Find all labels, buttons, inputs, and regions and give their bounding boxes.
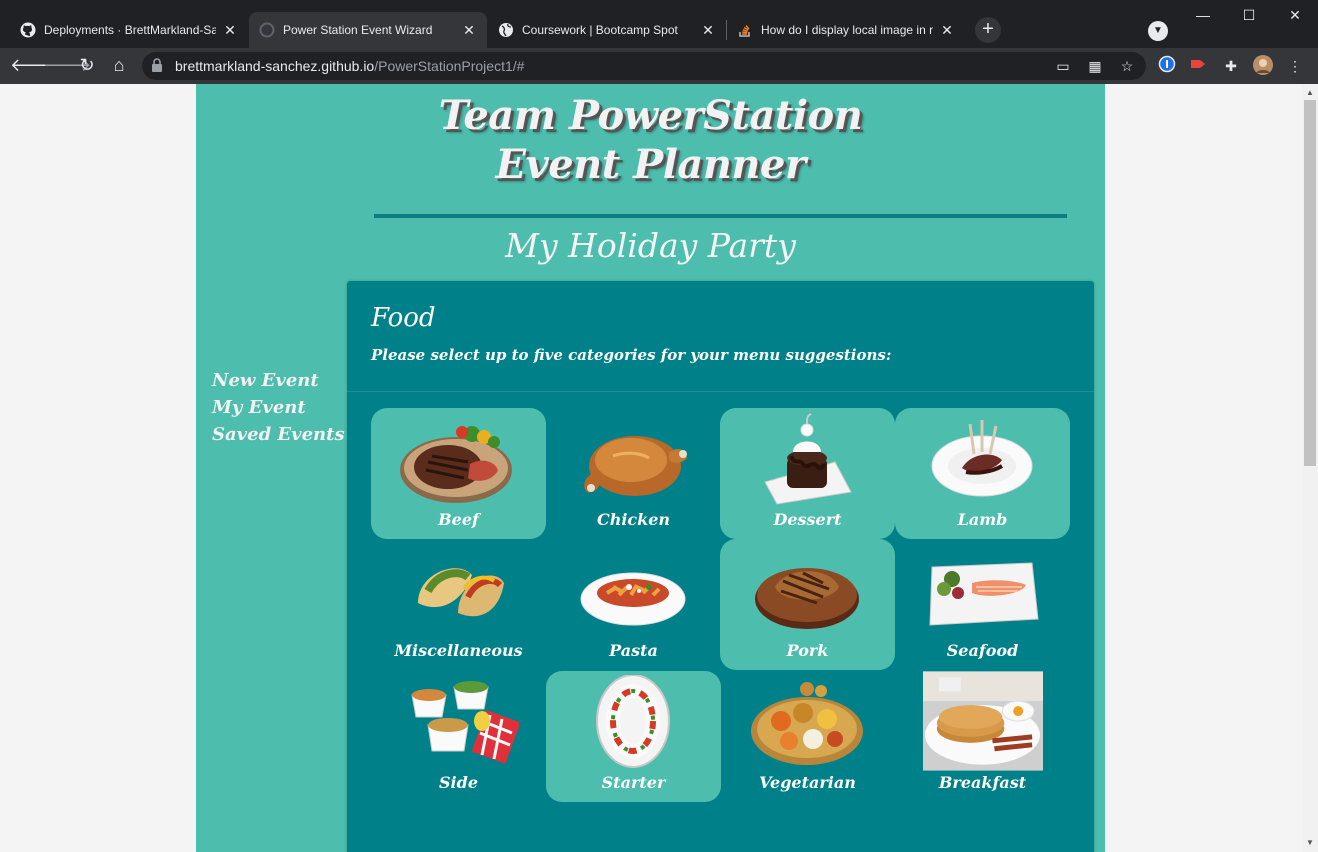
site-logo-line-2: Event Planner	[495, 141, 806, 188]
nav-saved-events-link[interactable]: Saved Events	[212, 421, 345, 448]
category-tile-miscellaneous[interactable]: Miscellaneous	[371, 539, 546, 670]
close-window-button[interactable]: ✕	[1272, 0, 1318, 30]
close-tab-icon[interactable]: ✕	[700, 22, 716, 39]
forward-icon[interactable]: 🡒	[43, 53, 91, 77]
category-tile-seafood[interactable]: Seafood	[895, 539, 1070, 670]
nav-new-event-link[interactable]: New Event	[212, 367, 345, 394]
minimize-window-button[interactable]: —	[1180, 0, 1226, 30]
site-logo-line-1: Team PowerStation	[438, 92, 863, 139]
category-label: Beef	[438, 510, 479, 529]
category-tile-pasta[interactable]: Pasta	[546, 539, 721, 670]
home-icon[interactable]: ⌂	[107, 53, 131, 77]
tab-title: Coursework | Bootcamp Spot	[522, 23, 678, 37]
category-tile-lamb[interactable]: Lamb	[895, 408, 1070, 539]
tacos-image	[418, 568, 504, 617]
close-tab-icon[interactable]: ✕	[461, 22, 477, 39]
new-tab-button[interactable]: +	[975, 17, 1001, 43]
qr-code-icon[interactable]: ▦	[1084, 55, 1106, 77]
roast-chicken-image	[584, 436, 687, 496]
tab-title: Power Station Event Wizard	[283, 23, 433, 37]
category-label: Seafood	[946, 641, 1019, 660]
page-viewport: Team PowerStation Event Planner My Holid…	[0, 84, 1302, 852]
password-manager-icon[interactable]	[1156, 55, 1178, 77]
category-tile-pork[interactable]: Pork	[720, 539, 895, 670]
browser-tab-deployments[interactable]: Deployments · BrettMarkland-Sanchez ✕	[10, 12, 248, 48]
food-card-header: Food Please select up to five categories…	[347, 281, 1094, 392]
chocolate-cake-image	[764, 413, 852, 505]
site-container: Team PowerStation Event Planner My Holid…	[196, 84, 1105, 852]
pancakes-eggs-image	[923, 671, 1043, 771]
steak-plate-image	[400, 426, 512, 503]
browser-menu-icon[interactable]: ⋮	[1284, 55, 1306, 77]
bookmark-star-icon[interactable]: ☆	[1116, 55, 1138, 77]
side-nav: New Event My Event Saved Events	[212, 367, 345, 448]
profile-avatar-icon[interactable]	[1252, 55, 1274, 77]
browser-tab-stackoverflow[interactable]: How do I display local image in react ✕	[727, 12, 965, 48]
category-label: Chicken	[596, 510, 671, 529]
tab-search-icon[interactable]: ▼	[1148, 21, 1168, 41]
category-label: Breakfast	[938, 773, 1027, 792]
extension-red-icon[interactable]	[1188, 55, 1210, 77]
header-divider	[374, 214, 1067, 218]
category-label: Lamb	[957, 510, 1008, 529]
category-label: Dessert	[773, 510, 842, 529]
stackoverflow-icon	[737, 22, 753, 38]
browser-tab-coursework[interactable]: Coursework | Bootcamp Spot ✕	[488, 12, 726, 48]
scrollbar-thumb[interactable]	[1304, 100, 1316, 466]
tab-title: How do I display local image in react	[761, 23, 933, 37]
event-name-heading: My Holiday Party	[505, 226, 796, 265]
category-label: Miscellaneous	[394, 641, 523, 660]
food-card-title: Food	[371, 303, 436, 333]
url-host: brettmarkland-sanchez.github.io	[175, 58, 375, 74]
close-tab-icon[interactable]: ✕	[222, 22, 238, 39]
category-tile-starter[interactable]: Starter	[546, 671, 721, 802]
url-path: /PowerStationProject1/#	[374, 58, 525, 74]
veg-platter-image	[751, 682, 863, 765]
address-bar[interactable]: brettmarkland-sanchez.github.io/PowerSta…	[142, 52, 1146, 80]
nav-my-event-link[interactable]: My Event	[212, 394, 345, 421]
browser-tab-event-wizard[interactable]: Power Station Event Wizard ✕	[249, 12, 487, 48]
lamb-rack-image	[931, 420, 1033, 497]
category-tile-chicken[interactable]: Chicken	[546, 408, 721, 539]
reload-icon[interactable]: ↻	[75, 53, 99, 77]
category-tile-vegetarian[interactable]: Vegetarian	[720, 671, 895, 802]
page-scrollbar[interactable]: ▲ ▼	[1302, 84, 1318, 852]
category-label: Starter	[601, 773, 666, 792]
back-icon[interactable]: 🡐	[10, 53, 58, 77]
category-tile-breakfast[interactable]: Breakfast	[895, 671, 1070, 802]
penne-bowl-image	[580, 572, 686, 626]
category-label: Side	[439, 773, 478, 792]
scroll-down-icon[interactable]: ▼	[1302, 836, 1318, 850]
category-tile-beef[interactable]: Beef	[371, 408, 546, 539]
food-card: Food Please select up to five categories…	[347, 281, 1094, 852]
side-dishes-image	[411, 681, 519, 764]
category-label: Pork	[786, 641, 829, 660]
salmon-plate-image	[929, 562, 1039, 626]
browser-tab-bar: Deployments · BrettMarkland-Sanchez ✕ Po…	[0, 0, 1318, 48]
category-tile-side[interactable]: Side	[371, 671, 546, 802]
maximize-window-button[interactable]: ☐	[1226, 0, 1272, 30]
caprese-image	[596, 675, 670, 768]
globe-icon	[498, 22, 514, 38]
cast-icon[interactable]: ▭	[1052, 55, 1074, 77]
close-tab-icon[interactable]: ✕	[939, 22, 955, 39]
food-card-instructions: Please select up to five categories for …	[371, 346, 892, 364]
category-label: Pasta	[609, 641, 658, 660]
tab-title: Deployments · BrettMarkland-Sanchez	[44, 23, 216, 37]
category-label: Vegetarian	[759, 773, 856, 792]
scroll-up-icon[interactable]: ▲	[1302, 86, 1318, 100]
loading-globe-icon	[259, 22, 275, 38]
lock-icon[interactable]	[151, 58, 163, 72]
extensions-puzzle-icon[interactable]: ✚	[1220, 55, 1242, 77]
github-icon	[20, 22, 36, 38]
category-tile-dessert[interactable]: Dessert	[720, 408, 895, 539]
pork-chop-image	[755, 568, 859, 629]
